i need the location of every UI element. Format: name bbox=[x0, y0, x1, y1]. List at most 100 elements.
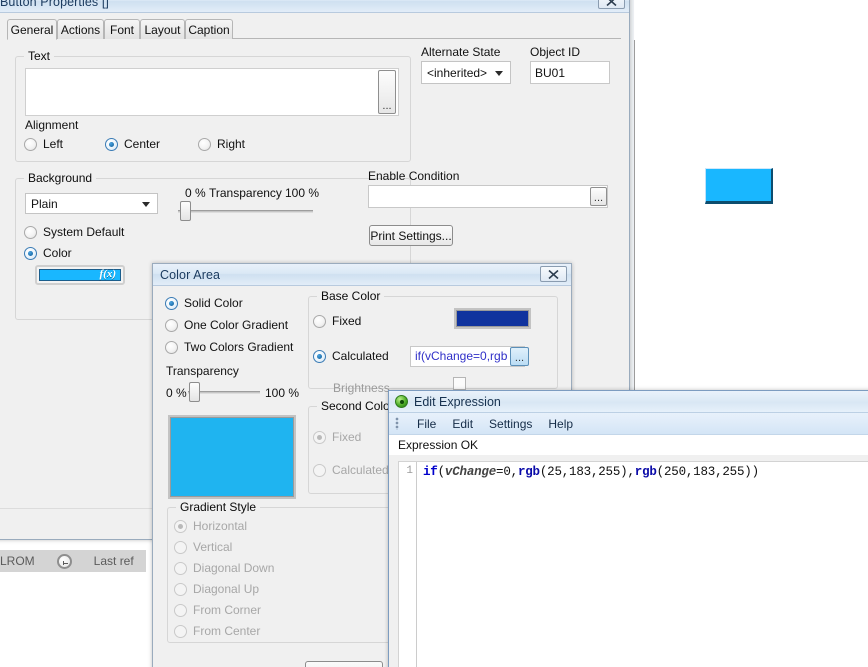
menu-grip-icon[interactable] bbox=[395, 417, 399, 430]
object-id-value: BU01 bbox=[535, 66, 566, 80]
background-color-option[interactable]: Color bbox=[24, 246, 72, 260]
base-color-expression-ellipsis-button[interactable]: ... bbox=[510, 347, 529, 366]
object-id-label: Object ID bbox=[530, 45, 581, 59]
gradient-diagonal-down[interactable]: Diagonal Down bbox=[174, 561, 274, 575]
color-preview-swatch[interactable] bbox=[168, 415, 296, 499]
color-transparency-label: Transparency bbox=[166, 364, 239, 378]
menu-help[interactable]: Help bbox=[548, 417, 573, 431]
button-preview[interactable] bbox=[705, 168, 773, 204]
tab-general[interactable]: General bbox=[7, 19, 57, 40]
second-color-legend: Second Color bbox=[317, 399, 398, 413]
background-color-swatch[interactable]: f(x) bbox=[35, 265, 125, 285]
base-color-expression-ellipsis-label: ... bbox=[514, 352, 525, 364]
second-color-calculated-label: Calculated bbox=[332, 463, 389, 477]
color-transparency-min: 0 % bbox=[166, 386, 187, 400]
enable-condition-ellipsis-button[interactable]: ... bbox=[590, 187, 607, 206]
enable-condition-input[interactable] bbox=[368, 185, 608, 208]
gradient-diagonal-up[interactable]: Diagonal Up bbox=[174, 582, 259, 596]
transparency-min-label: 0 % bbox=[185, 186, 206, 200]
radio-dot bbox=[174, 582, 187, 596]
gradient-vertical[interactable]: Vertical bbox=[174, 540, 232, 554]
expression-token: rgb bbox=[517, 465, 540, 479]
tab-layout[interactable]: Layout bbox=[140, 19, 185, 39]
alignment-left-label: Left bbox=[43, 137, 64, 151]
fill-one-color-gradient[interactable]: One Color Gradient bbox=[165, 318, 288, 332]
slider-thumb[interactable] bbox=[180, 201, 191, 221]
slider-thumb[interactable] bbox=[189, 382, 200, 402]
expression-token: (250,183,255)) bbox=[656, 465, 759, 479]
radio-dot bbox=[174, 603, 187, 617]
radio-dot bbox=[174, 540, 187, 554]
enable-condition-ellipsis-label: ... bbox=[593, 192, 604, 204]
expression-token: vChange bbox=[444, 465, 497, 479]
brightness-checkbox[interactable] bbox=[453, 377, 466, 390]
alignment-center-label: Center bbox=[124, 137, 161, 151]
transparency-label: Transparency bbox=[209, 186, 282, 200]
alignment-right[interactable]: Right bbox=[198, 137, 245, 151]
button-properties-tabs: General Actions Font Layout Caption bbox=[7, 19, 621, 40]
slider-track bbox=[178, 210, 313, 213]
edit-expression-titlebar: Edit Expression bbox=[389, 391, 868, 413]
gradient-from-corner-label: From Corner bbox=[193, 603, 262, 617]
base-color-calculated[interactable]: Calculated bbox=[313, 349, 389, 363]
gradient-from-corner[interactable]: From Corner bbox=[174, 603, 261, 617]
tab-actions[interactable]: Actions bbox=[57, 19, 104, 39]
close-icon[interactable] bbox=[598, 0, 625, 9]
radio-dot bbox=[198, 137, 211, 151]
fill-two-colors-gradient[interactable]: Two Colors Gradient bbox=[165, 340, 293, 354]
color-transparency-slider[interactable] bbox=[188, 382, 260, 402]
color-area-footer-button[interactable] bbox=[305, 661, 383, 667]
gradient-from-center[interactable]: From Center bbox=[174, 624, 260, 638]
expression-token: rgb bbox=[634, 465, 657, 479]
background-system-default-label: System Default bbox=[43, 225, 125, 239]
second-color-calculated[interactable]: Calculated bbox=[313, 463, 389, 477]
gradient-horizontal[interactable]: Horizontal bbox=[174, 519, 247, 533]
alignment-left[interactable]: Left bbox=[24, 137, 63, 151]
radio-dot bbox=[165, 296, 178, 310]
tab-font-label: Font bbox=[110, 22, 135, 37]
radio-dot bbox=[174, 624, 187, 638]
clock-icon bbox=[56, 553, 72, 569]
second-color-fixed[interactable]: Fixed bbox=[313, 430, 361, 444]
menu-file[interactable]: File bbox=[417, 417, 436, 431]
base-color-fixed[interactable]: Fixed bbox=[313, 314, 361, 328]
app-status-bar: LROM Last ref bbox=[0, 550, 146, 572]
text-ellipsis-button[interactable]: ... bbox=[378, 70, 396, 114]
print-settings-button[interactable]: Print Settings... bbox=[369, 225, 453, 246]
alternate-state-combo[interactable]: <inherited> bbox=[421, 61, 511, 84]
edit-expression-window: Edit Expression File Edit Settings Help … bbox=[388, 390, 868, 667]
chevron-down-icon bbox=[142, 201, 150, 207]
radio-dot bbox=[313, 430, 326, 444]
background-style-combo[interactable]: Plain bbox=[25, 193, 158, 214]
text-input[interactable] bbox=[25, 68, 399, 116]
expression-icon bbox=[395, 395, 408, 408]
menu-edit[interactable]: Edit bbox=[452, 417, 473, 431]
alignment-label: Alignment bbox=[25, 118, 79, 132]
swatch-inner: f(x) bbox=[39, 268, 121, 281]
menu-settings[interactable]: Settings bbox=[489, 417, 532, 431]
base-color-expression-input[interactable]: if(vChange=0,rgb bbox=[410, 346, 525, 367]
text-ellipsis-label: ... bbox=[382, 100, 392, 112]
transparency-max-label: 100 % bbox=[285, 186, 320, 200]
status-left-text: LROM bbox=[0, 554, 35, 568]
editor-gutter: 1 bbox=[399, 462, 417, 667]
tab-general-label: General bbox=[10, 22, 54, 37]
fill-solid-color[interactable]: Solid Color bbox=[165, 296, 243, 310]
tab-caption[interactable]: Caption bbox=[185, 19, 233, 39]
expression-code[interactable]: if(vChange=0,rgb(25,183,255),rgb(250,183… bbox=[423, 465, 759, 479]
status-right-text: Last ref bbox=[93, 554, 134, 568]
background-system-default[interactable]: System Default bbox=[24, 225, 124, 239]
object-id-input[interactable]: BU01 bbox=[530, 61, 610, 84]
base-color-expression-value: if(vChange=0,rgb bbox=[415, 349, 508, 363]
expression-editor[interactable]: 1 if(vChange=0,rgb(25,183,255),rgb(250,1… bbox=[398, 461, 868, 667]
tab-caption-label: Caption bbox=[188, 22, 230, 37]
transparency-slider[interactable] bbox=[178, 201, 313, 221]
close-icon[interactable] bbox=[540, 266, 567, 282]
radio-dot bbox=[313, 314, 326, 328]
base-color-fixed-swatch[interactable] bbox=[454, 308, 531, 329]
alignment-center[interactable]: Center bbox=[105, 137, 160, 151]
tab-font[interactable]: Font bbox=[104, 19, 140, 39]
background-style-value: Plain bbox=[31, 196, 58, 211]
alignment-right-label: Right bbox=[217, 137, 246, 151]
gradient-diagonal-up-label: Diagonal Up bbox=[193, 582, 260, 596]
